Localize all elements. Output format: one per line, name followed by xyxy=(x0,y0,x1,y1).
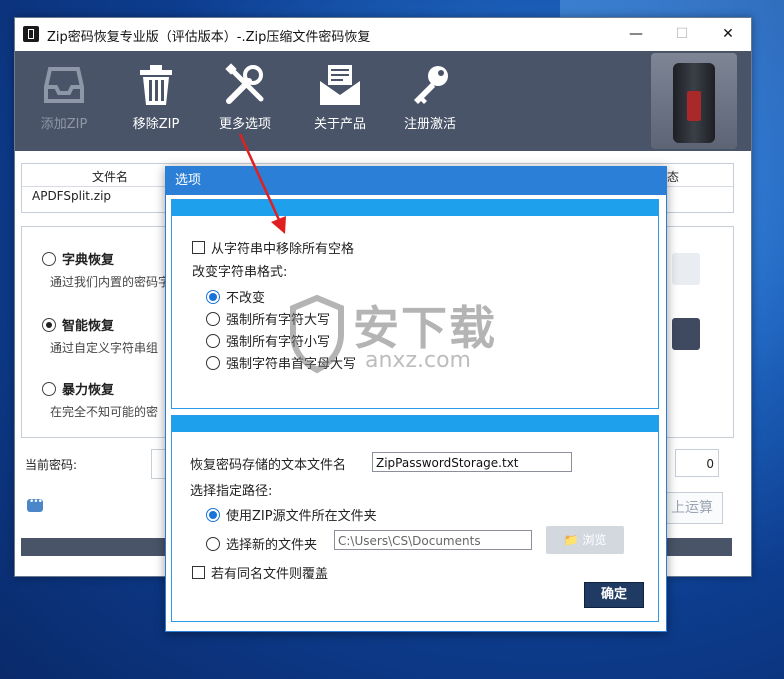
chat-icon[interactable] xyxy=(27,497,43,512)
dictionary-settings-button[interactable] xyxy=(672,253,700,285)
remove-spaces-label: 从字符串中移除所有空格 xyxy=(211,242,355,257)
remove-zip-label: 移除ZIP xyxy=(132,117,180,132)
mode-smart[interactable]: 智能恢复 xyxy=(42,315,114,334)
mode-dictionary-label: 字典恢复 xyxy=(62,253,115,268)
remove-spaces-checkbox[interactable] xyxy=(192,241,205,254)
product-logo xyxy=(651,53,737,149)
trash-icon xyxy=(140,65,172,105)
mode-smart-radio[interactable] xyxy=(42,318,56,332)
current-password-label: 当前密码: xyxy=(25,458,78,472)
close-button[interactable]: ✕ xyxy=(705,18,751,51)
options-dialog: 选项 从字符串中移除所有空格 改变字符串格式: 不改变 强制所有字符大写 强制所… xyxy=(165,166,667,632)
remove-spaces-option[interactable]: 从字符串中移除所有空格 xyxy=(192,238,354,257)
mode-smart-desc: 通过自定义字符串组 xyxy=(50,341,159,355)
overwrite-label: 若有同名文件则覆盖 xyxy=(211,567,329,582)
mode-bruteforce-label: 暴力恢复 xyxy=(62,383,115,398)
storage-label: 恢复密码存储的文本文件名 xyxy=(190,458,347,473)
smart-settings-button[interactable] xyxy=(672,318,700,350)
mode-bruteforce-desc: 在完全不知可能的密 xyxy=(50,405,159,419)
format-capitalize-radio[interactable] xyxy=(206,356,220,370)
add-zip-label: 添加ZIP xyxy=(40,117,88,132)
inbox-icon xyxy=(44,67,84,103)
remove-zip-button[interactable]: 移除ZIP xyxy=(111,63,201,132)
add-zip-button[interactable]: 添加ZIP xyxy=(19,63,109,132)
mode-dictionary-radio[interactable] xyxy=(42,252,56,266)
register-label: 注册激活 xyxy=(403,117,456,132)
minimize-button[interactable]: — xyxy=(613,18,659,51)
path-new-folder-radio[interactable] xyxy=(206,537,220,551)
app-icon xyxy=(23,26,39,42)
format-unchanged-radio[interactable] xyxy=(206,290,220,304)
path-option-new-folder[interactable]: 选择新的文件夹 xyxy=(206,534,317,553)
path-option-zip-folder[interactable]: 使用ZIP源文件所在文件夹 xyxy=(206,505,377,524)
path-zip-folder-radio[interactable] xyxy=(206,508,220,522)
envelope-icon xyxy=(320,65,360,105)
table-row[interactable]: APDFSplit.zip xyxy=(32,189,111,211)
more-options-button[interactable]: 更多选项 xyxy=(200,63,290,132)
mode-smart-label: 智能恢复 xyxy=(62,319,115,334)
mode-dictionary[interactable]: 字典恢复 xyxy=(42,249,114,268)
count-field: 0 xyxy=(675,449,719,477)
browse-button[interactable]: 📁 浏览 xyxy=(546,526,624,554)
tools-icon xyxy=(225,63,264,104)
header-status: 态 xyxy=(667,170,680,184)
zip-tag-icon xyxy=(687,91,701,121)
window-title: Zip密码恢复专业版（评估版本）-.Zip压缩文件密码恢复 xyxy=(47,30,371,45)
format-upper-radio[interactable] xyxy=(206,312,220,326)
format-unchanged-label: 不改变 xyxy=(226,291,266,306)
key-icon xyxy=(414,66,448,104)
register-button[interactable]: 注册激活 xyxy=(385,63,475,132)
format-option-unchanged[interactable]: 不改变 xyxy=(206,287,265,306)
shield-icon xyxy=(290,294,344,374)
watermark: 安下载 anxz.com xyxy=(283,290,503,380)
storage-filename-input[interactable]: ZipPasswordStorage.txt xyxy=(372,452,572,472)
row-filename: APDFSplit.zip xyxy=(32,189,112,203)
overwrite-checkbox[interactable] xyxy=(192,566,205,579)
ok-button[interactable]: 确定 xyxy=(584,582,644,608)
group-header-bar xyxy=(172,416,658,432)
maximize-button[interactable]: ☐ xyxy=(659,18,705,51)
start-button[interactable]: 上运算 xyxy=(661,492,723,524)
title-bar: Zip密码恢复专业版（评估版本）-.Zip压缩文件密码恢复 — ☐ ✕ xyxy=(15,18,751,51)
header-filename: 文件名 xyxy=(92,170,129,184)
more-options-label: 更多选项 xyxy=(218,117,271,132)
path-label: 选择指定路径: xyxy=(190,484,273,499)
group-header-bar xyxy=(172,200,658,216)
overwrite-option[interactable]: 若有同名文件则覆盖 xyxy=(192,563,328,582)
folder-icon: 📁 xyxy=(563,533,579,547)
watermark-url: anxz.com xyxy=(365,348,471,373)
about-label: 关于产品 xyxy=(313,117,366,132)
path-zip-folder-label: 使用ZIP源文件所在文件夹 xyxy=(226,509,377,524)
browse-label: 浏览 xyxy=(582,533,607,547)
path-input[interactable]: C:\Users\CS\Documents xyxy=(334,530,532,550)
mode-bruteforce-radio[interactable] xyxy=(42,382,56,396)
toolbar: 添加ZIP 移除ZIP 更多选项 关于产品 注册激活 xyxy=(15,51,751,151)
dialog-title: 选项 xyxy=(166,167,666,195)
mode-dictionary-desc: 通过我们内置的密码字 xyxy=(50,275,171,289)
about-button[interactable]: 关于产品 xyxy=(295,63,385,132)
format-lower-radio[interactable] xyxy=(206,334,220,348)
path-new-folder-label: 选择新的文件夹 xyxy=(226,538,318,553)
mode-bruteforce[interactable]: 暴力恢复 xyxy=(42,379,114,398)
format-label: 改变字符串格式: xyxy=(192,265,288,280)
